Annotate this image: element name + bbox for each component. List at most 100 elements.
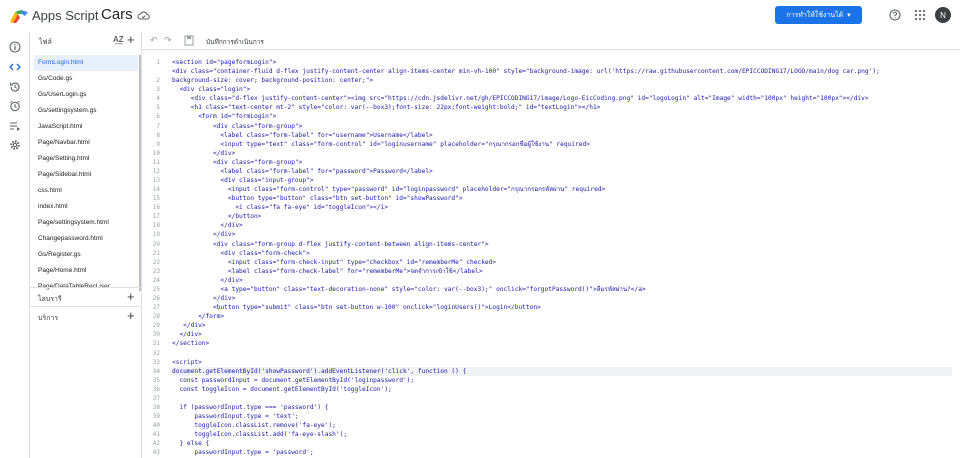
line-number: 35 — [152, 376, 160, 384]
overview-icon[interactable] — [8, 40, 22, 54]
line-number: 34 — [152, 367, 160, 375]
code-line: </div> — [172, 222, 243, 230]
line-number: 3 — [156, 86, 160, 94]
file-item[interactable]: Gs/settingsystem.gs — [34, 103, 138, 119]
code-line: <label class="form-check-label" for="rem… — [172, 267, 483, 275]
file-item[interactable]: index.html — [34, 199, 138, 215]
triggers-icon[interactable] — [8, 99, 22, 113]
deploy-button[interactable]: การทำให้ใช้งานได้ ▾ — [775, 6, 862, 24]
file-item[interactable]: FormLogin.html — [34, 55, 138, 71]
code-line: <div class="container-fluid d-flex justi… — [172, 68, 880, 76]
file-item[interactable]: Page/settingsystem.html — [34, 215, 138, 231]
code-line: document.getElementById('showPassword').… — [172, 366, 952, 376]
code-line: <label class="form-label" for="username"… — [172, 131, 433, 139]
settings-gear-icon[interactable] — [8, 138, 22, 152]
google-apps-icon[interactable] — [914, 9, 926, 21]
code-line: <script> — [172, 358, 202, 366]
line-number: 16 — [152, 204, 160, 212]
line-number: 37 — [152, 394, 160, 402]
code-line: <div class="form-group"> — [172, 158, 303, 166]
code-line: const toggleIcon = document.getElementBy… — [172, 385, 392, 393]
code-line: </section> — [172, 340, 210, 348]
file-item[interactable]: Page/Sidebar.html — [34, 167, 138, 183]
code-line: <div class="login"> — [172, 86, 251, 94]
code-line: } else { — [172, 440, 210, 448]
file-item[interactable]: Page/Home.html — [34, 263, 138, 279]
code-area[interactable]: <section id="pageformLogin"> <div class="… — [172, 58, 952, 457]
code-line: </div> — [172, 322, 206, 330]
file-item[interactable]: Page/Setting.html — [34, 151, 138, 167]
code-line: <button type="submit" class="btn set-but… — [172, 304, 541, 312]
code-line: <section id="pageformLogin"> — [172, 59, 277, 66]
services-section[interactable]: บริการ + — [30, 306, 142, 324]
code-line: <a type="button" class="text-decoration-… — [172, 285, 646, 293]
add-service-button[interactable]: + — [127, 308, 135, 323]
file-item[interactable]: Gs/UserLogin.gs — [34, 87, 138, 103]
line-number: 1 — [156, 59, 160, 66]
code-line: <form id="formLogin"> — [172, 113, 277, 121]
line-number: 41 — [152, 431, 160, 439]
code-line: <i class="fa fa-eye" id="toggleIcon"></i… — [172, 204, 389, 212]
libraries-label: ไลบรารี — [38, 296, 62, 303]
file-item[interactable]: Changepassword.html — [34, 231, 138, 247]
editor-toolbar: ↶ ↷ บันทึกการดำเนินการ — [142, 32, 960, 50]
line-number — [142, 67, 162, 76]
undo-icon[interactable]: ↶ — [150, 35, 158, 46]
code-editor[interactable]: 1 2 3 4 5 6 7 8 9 10 11 12 13 14 15 16 17 18 19 20 21 22 23 24 2… — [142, 58, 960, 458]
line-number: 39 — [152, 413, 160, 421]
libraries-section[interactable]: ไลบรารี + — [30, 287, 142, 305]
line-number: 25 — [152, 285, 160, 293]
file-item[interactable]: Page/Navbar.html — [34, 135, 138, 151]
code-line: background-size: cover; background-posit… — [172, 77, 374, 85]
redo-icon[interactable]: ↷ — [164, 35, 172, 46]
avatar[interactable]: N — [935, 7, 951, 23]
line-number: 10 — [152, 149, 160, 157]
line-number: 23 — [152, 267, 160, 275]
add-file-button[interactable]: + — [127, 32, 135, 47]
line-number: 42 — [152, 440, 160, 448]
code-line: const passwordInput = document.getElemen… — [172, 376, 415, 384]
help-icon[interactable] — [889, 9, 901, 21]
file-item[interactable]: Gs/Register.gs — [34, 247, 138, 263]
files-title: ไฟล์ — [39, 39, 52, 46]
line-number: 17 — [152, 213, 160, 221]
line-number: 9 — [156, 140, 160, 148]
file-item[interactable]: css.html — [34, 183, 138, 199]
execution-log-button[interactable]: บันทึกการดำเนินการ — [206, 37, 264, 47]
code-line: <div class="form-group d-flex justify-co… — [172, 240, 489, 248]
code-line: </div> — [172, 276, 243, 284]
code-line: <h1 class="text-center mt-2" style="colo… — [172, 104, 601, 112]
services-label: บริการ — [38, 315, 59, 322]
code-line: <input class="form-check-input" type="ch… — [172, 258, 497, 266]
line-number: 22 — [152, 258, 160, 266]
line-number: 33 — [152, 358, 160, 366]
line-number: 19 — [152, 231, 160, 239]
line-number-gutter: 1 2 3 4 5 6 7 8 9 10 11 12 13 14 15 16 17 18 19 20 21 22 23 24 2… — [142, 58, 162, 457]
executions-icon[interactable] — [8, 119, 22, 133]
code-line: toggleIcon.classList.remove('fa-eye'); — [172, 422, 336, 430]
code-line: <div class="input-group"> — [172, 177, 314, 185]
line-number: 13 — [152, 177, 160, 185]
save-icon[interactable] — [184, 35, 194, 46]
chevron-down-icon: ▾ — [847, 12, 851, 19]
editor-icon[interactable] — [4, 57, 26, 77]
line-number: 12 — [152, 167, 160, 175]
add-library-button[interactable]: + — [127, 289, 135, 304]
code-line: <input type="text" class="form-control" … — [172, 140, 590, 148]
code-line: <div class="form-check"> — [172, 249, 310, 257]
line-number: 29 — [152, 322, 160, 330]
line-number: 38 — [152, 403, 160, 411]
sort-az-icon[interactable]: A͟Z — [113, 35, 124, 44]
line-number: 8 — [156, 131, 160, 139]
line-number: 11 — [152, 158, 160, 166]
file-item[interactable]: Gs/Code.gs — [34, 71, 138, 87]
code-line: </div> — [172, 149, 236, 157]
line-number: 4 — [156, 95, 160, 103]
line-number: 2 — [156, 77, 160, 85]
line-number: 6 — [156, 113, 160, 121]
history-icon[interactable] — [8, 80, 22, 94]
file-item[interactable]: JavaScript.html — [34, 119, 138, 135]
files-header: ไฟล์ A͟Z + — [30, 32, 142, 49]
file-list-scrollbar[interactable] — [139, 55, 141, 291]
project-title[interactable]: Cars — [101, 6, 133, 23]
